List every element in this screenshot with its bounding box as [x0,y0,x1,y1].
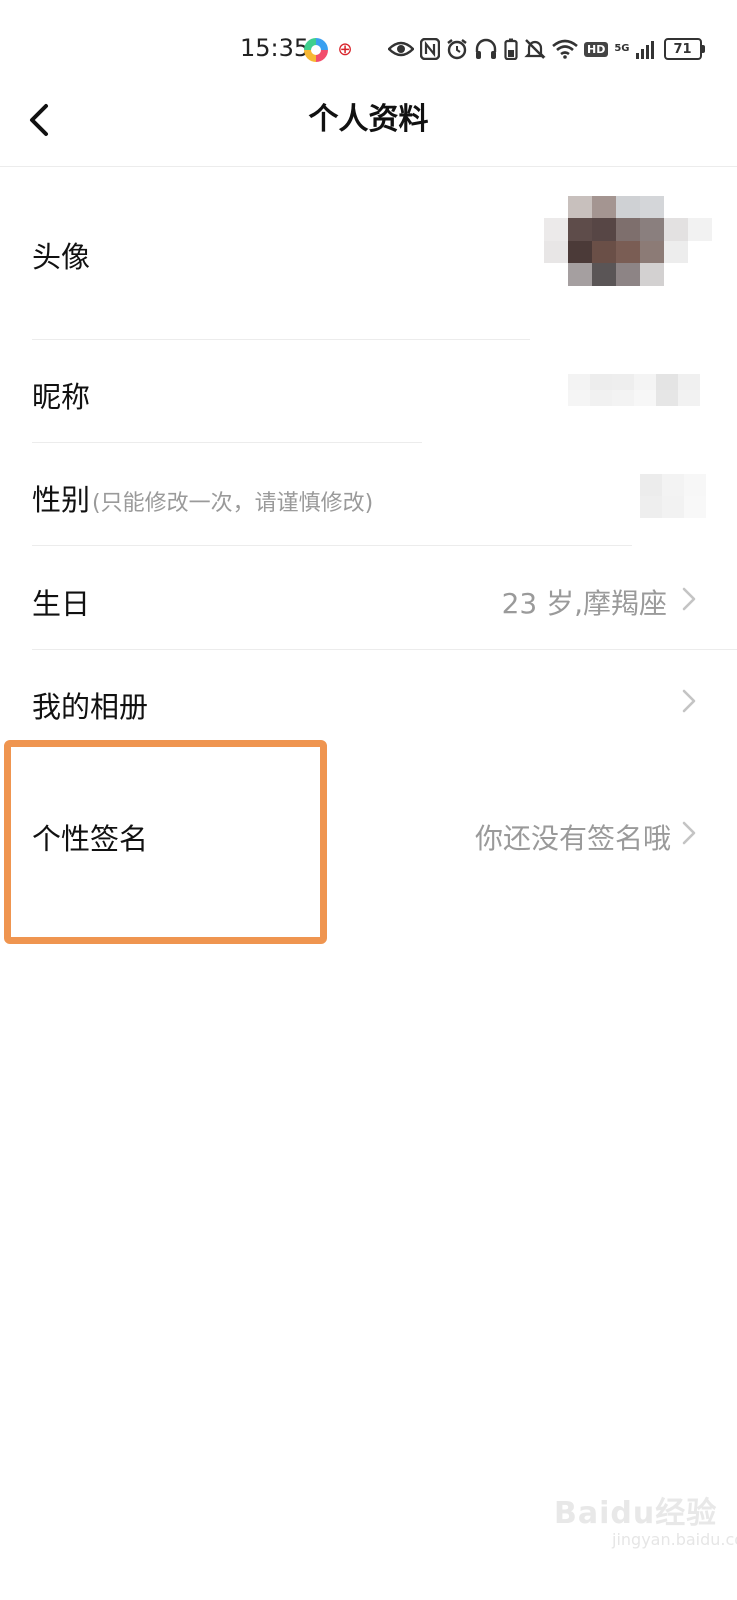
page-title: 个人资料 [308,102,429,137]
battery-icon: 71 [663,38,705,60]
album-row[interactable]: 我的相册 [0,650,737,750]
wifi-icon [552,39,578,59]
gender-label-text: 性别 [32,483,91,517]
chevron-right-icon [682,689,696,713]
signature-value: 你还没有签名哦 [474,822,671,855]
nickname-value-blurred [568,374,700,406]
gender-value-blurred [640,474,706,518]
eye-icon [388,41,414,57]
hd-icon: HD [584,41,609,57]
nickname-label: 昵称 [32,380,91,414]
highlight-box [4,740,327,944]
mute-icon [524,39,546,59]
header-bar: 个人资料 [0,100,737,167]
birthday-row[interactable]: 生日 23 岁,摩羯座 [0,546,737,649]
watermark: Baidu经验 [554,1496,718,1531]
headphones-icon [475,38,497,59]
battery-saver-icon [504,38,518,60]
alarm-icon [447,39,467,60]
status-icons: HD 5G 71 [388,34,705,64]
app-logo-icon [304,38,328,62]
birthday-label: 生日 [32,587,91,621]
chevron-right-icon [682,587,696,611]
status-bar: 15:35 ⊕ HD 5G 71 [0,0,737,100]
gender-label: 性别(只能修改一次，请谨慎修改) [32,477,373,519]
avatar-label: 头像 [32,240,91,274]
avatar[interactable] [544,196,712,308]
gender-hint: (只能修改一次，请谨慎修改) [92,491,374,516]
chevron-right-icon [682,821,696,845]
gender-row[interactable]: 性别(只能修改一次，请谨慎修改) [0,443,737,545]
network-type: 5G [614,43,630,54]
carrier-logo-icon: ⊕ [337,39,353,60]
signal-icon [635,39,654,59]
album-label: 我的相册 [32,690,149,724]
status-time: 15:35 [240,34,310,62]
birthday-value: 23 岁,摩羯座 [501,587,667,620]
watermark-url: jingyan.baidu.com [612,1530,737,1549]
nfc-icon [420,38,440,60]
